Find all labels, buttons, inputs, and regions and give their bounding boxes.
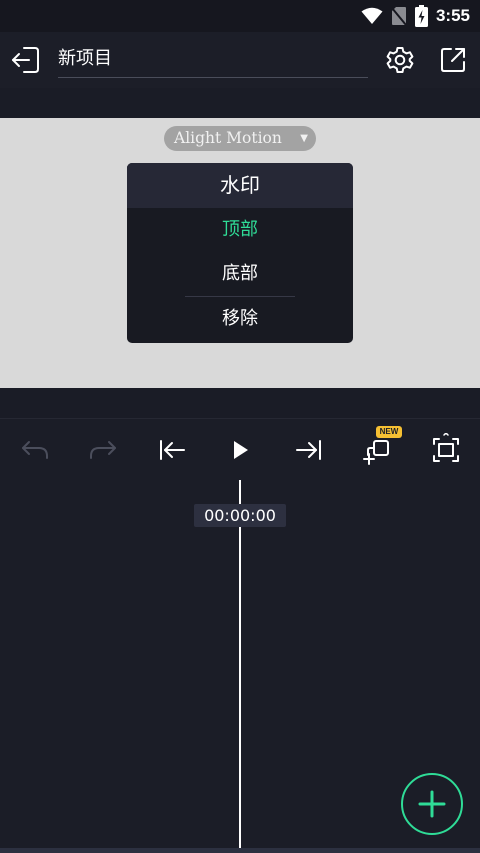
exit-icon bbox=[12, 47, 39, 73]
status-bar: 3:55 bbox=[0, 0, 480, 32]
menu-item-bottom[interactable]: 底部 bbox=[127, 252, 353, 296]
skip-to-end-button[interactable] bbox=[292, 433, 326, 467]
undo-button[interactable] bbox=[18, 433, 52, 467]
watermark-menu-header: 水印 bbox=[127, 163, 353, 208]
project-title-field[interactable]: 新项目 bbox=[58, 44, 368, 78]
redo-button[interactable] bbox=[86, 433, 120, 467]
skip-to-start-button[interactable] bbox=[155, 433, 189, 467]
exit-project-button[interactable] bbox=[10, 44, 42, 76]
watermark-menu: 水印 顶部 底部 移除 bbox=[127, 163, 353, 343]
wifi-icon bbox=[361, 7, 383, 24]
bottom-edge bbox=[0, 848, 480, 853]
play-button[interactable] bbox=[223, 433, 257, 467]
play-icon bbox=[234, 441, 248, 459]
playhead[interactable] bbox=[239, 480, 241, 848]
add-layer-fab[interactable] bbox=[401, 773, 463, 835]
export-button[interactable] bbox=[438, 45, 468, 75]
settings-button[interactable] bbox=[385, 45, 415, 75]
canvas-bottom-margin bbox=[0, 388, 480, 418]
status-time: 3:55 bbox=[435, 6, 470, 25]
fit-screen-button[interactable] bbox=[429, 433, 463, 467]
caret-down-icon: ▼ bbox=[300, 133, 308, 144]
battery-icon bbox=[414, 5, 428, 27]
new-layer-icon bbox=[363, 440, 389, 465]
app-bar: 新项目 bbox=[0, 32, 480, 88]
status-icons: 3:55 bbox=[361, 4, 470, 28]
skip-to-end-icon bbox=[296, 440, 321, 460]
settings-icon bbox=[386, 47, 414, 73]
watermark-label-button[interactable]: Alight Motion ▼ bbox=[164, 126, 316, 151]
new-badge: NEW bbox=[376, 426, 402, 438]
watermark-text: Alight Motion bbox=[174, 129, 282, 147]
preview-canvas[interactable]: Alight Motion ▼ 水印 顶部 底部 移除 bbox=[0, 118, 480, 388]
fit-screen-icon bbox=[433, 433, 459, 462]
project-title: 新项目 bbox=[58, 48, 112, 69]
menu-item-top[interactable]: 顶部 bbox=[127, 208, 353, 252]
canvas-top-margin bbox=[0, 88, 480, 118]
no-sim-icon bbox=[391, 7, 407, 26]
redo-icon bbox=[90, 441, 116, 459]
timecode: 00:00:00 bbox=[194, 504, 286, 527]
undo-icon bbox=[22, 441, 48, 459]
playback-toolbar bbox=[0, 418, 480, 481]
menu-item-remove[interactable]: 移除 bbox=[127, 297, 353, 341]
export-icon bbox=[441, 48, 465, 72]
plus-icon bbox=[418, 790, 446, 818]
skip-to-start-icon bbox=[160, 440, 185, 460]
new-layer-button[interactable] bbox=[360, 433, 394, 467]
